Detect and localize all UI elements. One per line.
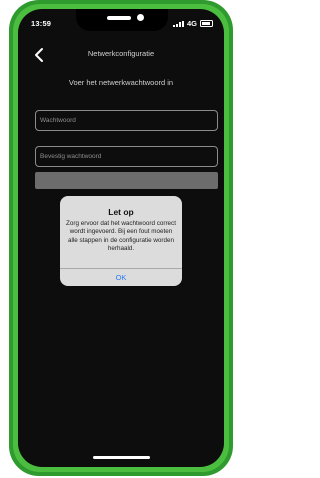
instruction-text: Voer het netwerkwachtwoord in [68, 78, 174, 87]
page: 13:59 4G Netwerkconfiguratie Voer het ne… [0, 0, 243, 478]
ok-button[interactable]: OK [60, 269, 182, 286]
status-time: 13:59 [31, 19, 52, 28]
signal-icon [172, 20, 184, 27]
alert-title: Let op [108, 207, 134, 217]
status-bar: 13:59 4G [18, 9, 224, 31]
notch [76, 9, 168, 31]
alert-dialog: Let op Zorg ervoor dat het wachtwoord co… [60, 196, 182, 286]
phone-screen: 13:59 4G Netwerkconfiguratie Voer het ne… [18, 9, 224, 467]
network-type: 4G [186, 19, 197, 28]
home-indicator[interactable] [93, 456, 150, 459]
submit-button[interactable] [35, 172, 218, 189]
status-indicators: 4G [172, 19, 213, 28]
page-title: Netwerkconfiguratie [87, 49, 155, 58]
navigation-bar: Netwerkconfiguratie [18, 45, 224, 65]
confirm-password-field[interactable] [35, 146, 218, 167]
alert-message: Zorg ervoor dat het wachtwoord correct w… [66, 220, 176, 252]
speaker-icon [107, 16, 131, 20]
password-field[interactable] [35, 110, 218, 131]
camera-icon [137, 14, 144, 21]
battery-icon [200, 20, 213, 27]
